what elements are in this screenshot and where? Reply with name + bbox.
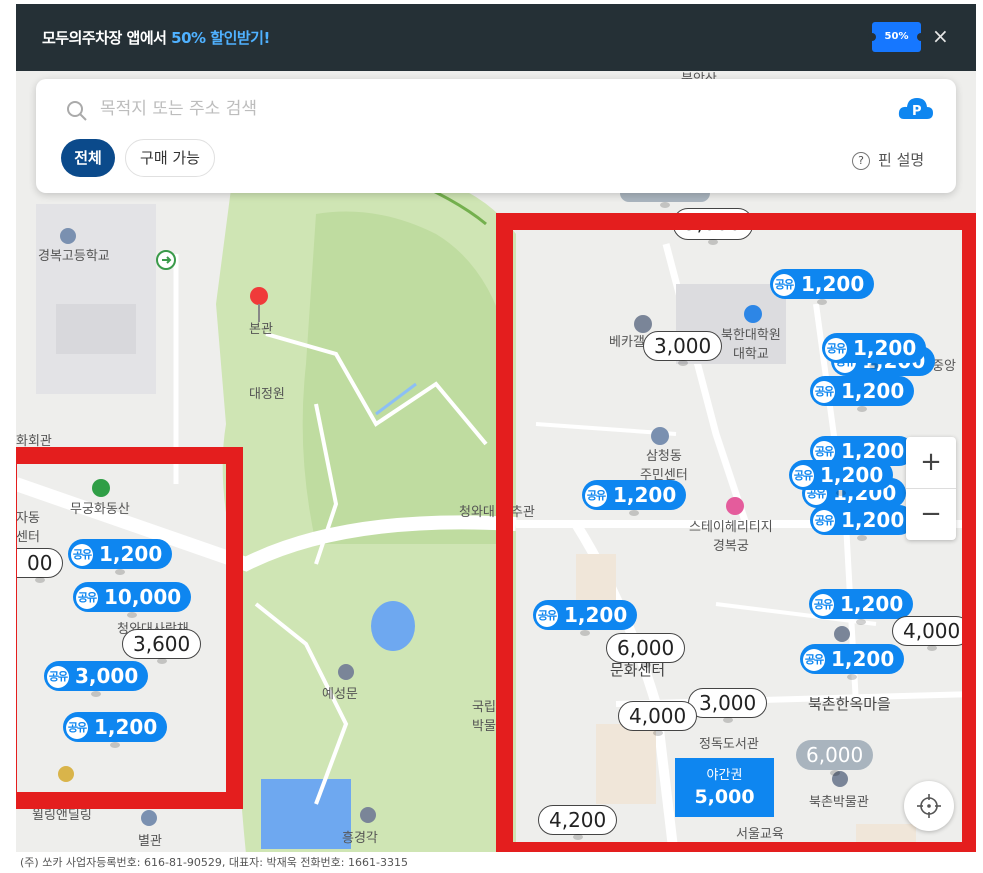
footer: (주) 쏘카 사업자등록번호: 616-81-90529, 대표자: 박재욱 전… bbox=[16, 852, 976, 873]
promo-banner[interactable]: 모두의주차장 앱에서 50% 할인받기! 50% × bbox=[16, 4, 976, 71]
label-byeolgwan: 별관 bbox=[138, 834, 162, 849]
parking-cloud-logo-icon[interactable]: P bbox=[898, 93, 934, 123]
label-bonkwan: 본관 bbox=[249, 322, 273, 337]
label-yesungmun: 예성문 bbox=[322, 687, 358, 702]
coupon-badge: 50% bbox=[868, 22, 925, 52]
label-heunggyeong: 흥경각 bbox=[342, 831, 378, 846]
highlight-box-right bbox=[496, 213, 976, 859]
svg-text:P: P bbox=[912, 104, 922, 119]
filter-all-chip[interactable]: 전체 bbox=[61, 139, 115, 177]
question-icon: ? bbox=[852, 152, 870, 170]
search-input[interactable] bbox=[98, 93, 802, 125]
my-location-button[interactable] bbox=[904, 781, 954, 831]
search-panel: P 전체 구매 가능 ?핀 설명 bbox=[36, 79, 956, 193]
label-daejeongwon: 대정원 bbox=[249, 387, 285, 402]
map-page: 북악산 경복고등학교 본관 대정원 화회관 무궁화동산 자동 센터 청와대사랑채… bbox=[16, 4, 976, 873]
close-banner-button[interactable]: × bbox=[932, 24, 949, 48]
zoom-in-button[interactable]: + bbox=[906, 437, 956, 489]
promo-text: 모두의주차장 앱에서 50% 할인받기! bbox=[42, 29, 270, 47]
label-gukrip: 국립 박물 bbox=[472, 700, 496, 734]
search-icon bbox=[67, 101, 87, 121]
filter-purchasable-chip[interactable]: 구매 가능 bbox=[125, 139, 215, 177]
highlight-box-left bbox=[16, 447, 243, 809]
pin-help-button[interactable]: ? 핀 설명 bbox=[852, 149, 924, 170]
label-gyeongbok-high: 경복고등학교 bbox=[38, 249, 110, 264]
zoom-out-button[interactable]: − bbox=[906, 489, 956, 540]
zoom-control: + − bbox=[906, 437, 956, 540]
crosshair-icon bbox=[917, 794, 941, 818]
